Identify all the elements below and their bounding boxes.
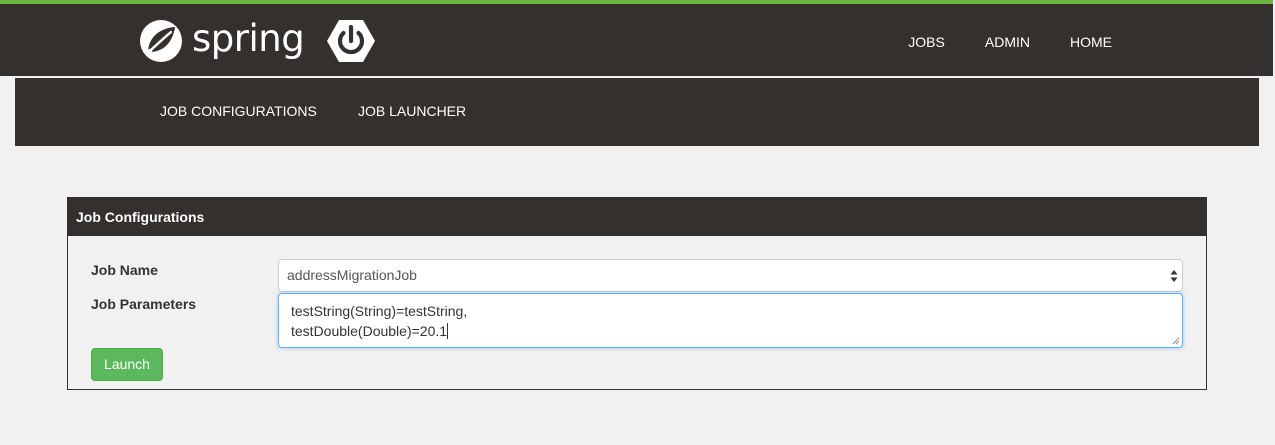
nav-home-link[interactable]: HOME bbox=[1070, 34, 1112, 50]
brand-name: spring bbox=[192, 17, 305, 60]
job-name-select[interactable]: addressMigrationJob bbox=[278, 259, 1183, 292]
top-nav: JOBS ADMIN HOME bbox=[868, 4, 1112, 80]
job-launcher-link[interactable]: JOB LAUNCHER bbox=[358, 103, 466, 119]
resize-grip-icon[interactable] bbox=[1172, 337, 1180, 345]
sub-navbar: JOB CONFIGURATIONS JOB LAUNCHER bbox=[15, 78, 1259, 146]
job-name-label: Job Name bbox=[91, 262, 158, 278]
spring-leaf-icon bbox=[140, 20, 182, 62]
select-arrows-icon bbox=[1170, 270, 1178, 282]
job-name-selected-value: addressMigrationJob bbox=[287, 267, 417, 283]
launch-button[interactable]: Launch bbox=[91, 348, 163, 381]
job-parameters-line: testString(String)=testString, bbox=[291, 303, 468, 319]
spring-logo[interactable]: spring bbox=[138, 17, 376, 64]
job-parameters-label: Job Parameters bbox=[91, 296, 197, 312]
job-configurations-panel: Job Configurations Job Name addressMigra… bbox=[67, 197, 1207, 390]
top-navbar: spring JOBS ADMIN HOME bbox=[0, 0, 1273, 76]
job-parameters-textarea[interactable]: testString(String)=testString, testDoubl… bbox=[278, 293, 1183, 348]
power-hexagon-icon bbox=[327, 20, 376, 62]
panel-title: Job Configurations bbox=[68, 198, 1206, 236]
nav-admin-link[interactable]: ADMIN bbox=[985, 34, 1030, 50]
text-caret bbox=[447, 323, 449, 339]
job-parameters-line: testDouble(Double)=20.1 bbox=[291, 323, 448, 339]
job-configurations-link[interactable]: JOB CONFIGURATIONS bbox=[160, 103, 317, 119]
nav-jobs-link[interactable]: JOBS bbox=[908, 34, 945, 50]
